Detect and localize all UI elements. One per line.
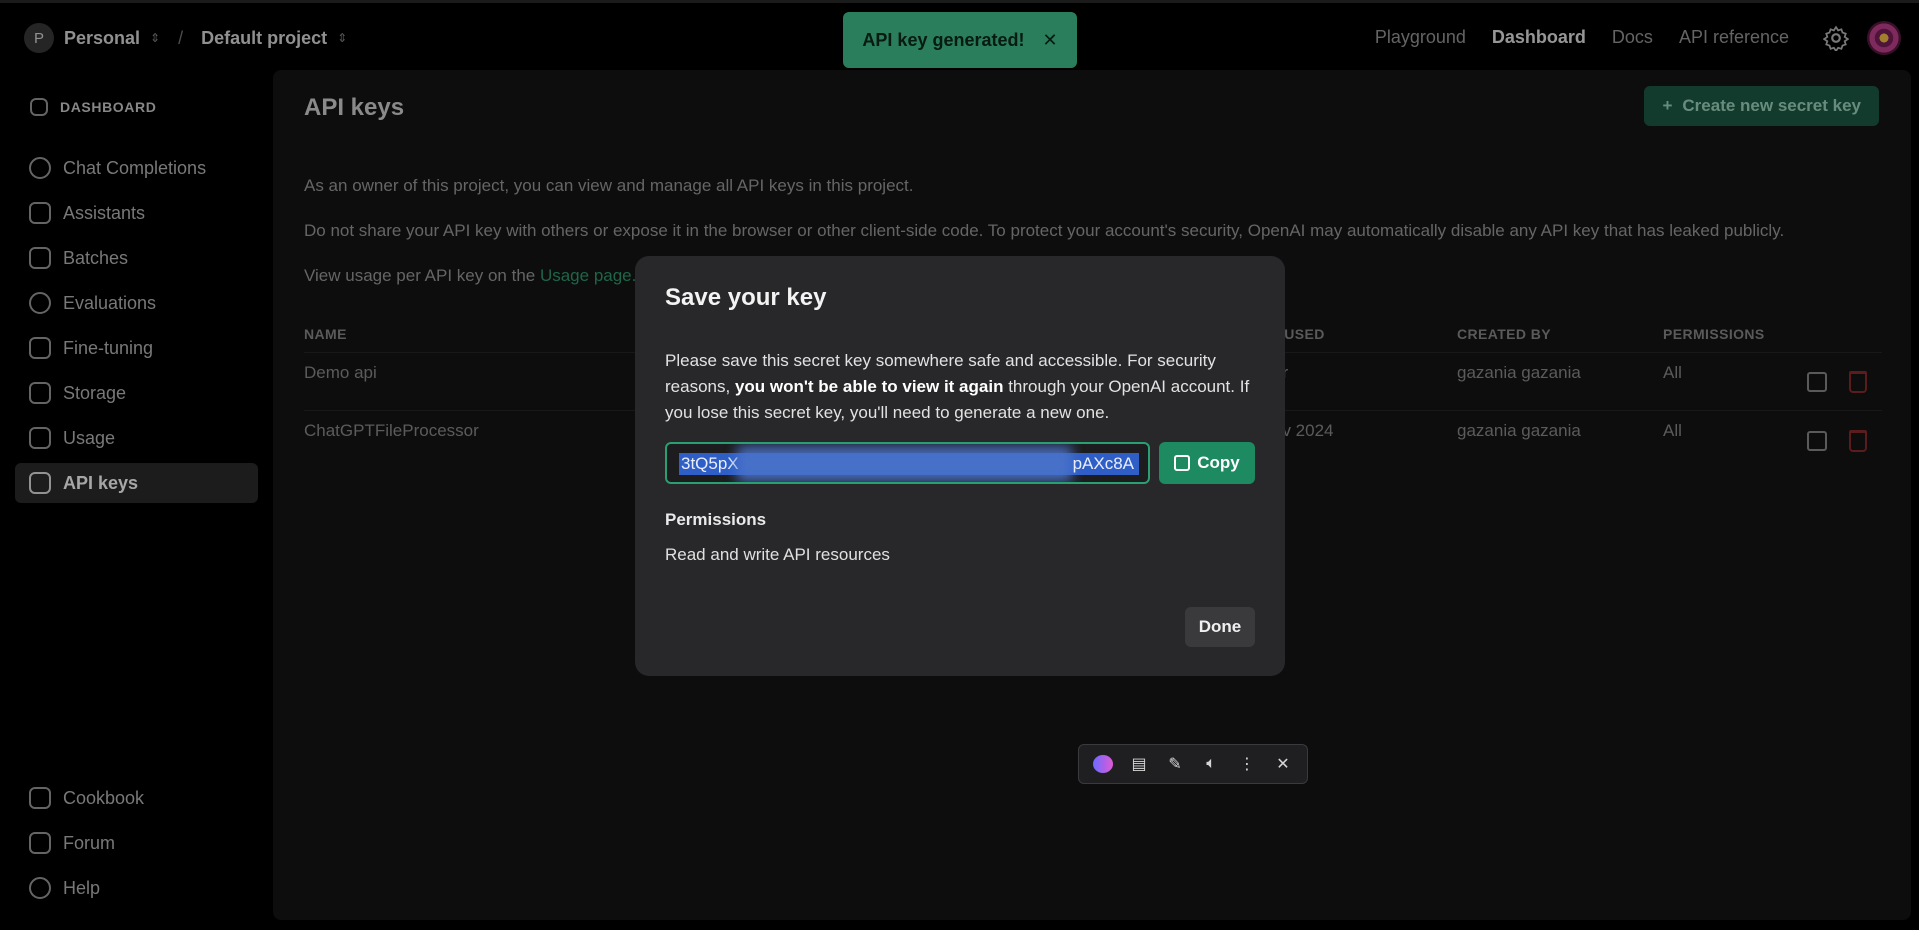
fine-tuning-icon bbox=[29, 337, 51, 359]
floating-toolbar: ▤ ✎ 🔈︎ ⋮ ✕ bbox=[1078, 744, 1308, 784]
dialog-text-emphasis: you won't be able to view it again bbox=[734, 377, 1004, 396]
column-header-created-by: CREATED BY bbox=[1457, 326, 1551, 342]
sidebar-item-api-keys[interactable]: API keys bbox=[15, 463, 258, 503]
storage-icon bbox=[29, 382, 51, 404]
project-switcher: P Personal ⇕ / Default project ⇕ bbox=[24, 23, 347, 53]
sidebar-item-cookbook[interactable]: Cookbook bbox=[15, 778, 258, 818]
sidebar-item-label: Usage bbox=[63, 427, 116, 448]
sidebar-item-chat-completions[interactable]: Chat Completions bbox=[15, 148, 258, 188]
trash-icon[interactable] bbox=[1849, 430, 1867, 452]
help-icon bbox=[29, 877, 51, 899]
sidebar-item-batches[interactable]: Batches bbox=[15, 238, 258, 278]
toast-message: API key generated! bbox=[862, 29, 1025, 50]
save-key-dialog: Save your key Please save this secret ke… bbox=[635, 256, 1285, 676]
security-warning-text: Do not share your API key with others or… bbox=[304, 221, 1785, 240]
nav-playground[interactable]: Playground bbox=[1375, 27, 1466, 48]
org-selector[interactable]: Personal bbox=[64, 28, 140, 49]
done-button[interactable]: Done bbox=[1185, 607, 1255, 647]
gear-icon[interactable] bbox=[1823, 25, 1849, 51]
close-icon[interactable]: ✕ bbox=[1042, 30, 1057, 51]
sidebar-item-label: Assistants bbox=[63, 202, 146, 223]
copy-button[interactable]: Copy bbox=[1159, 442, 1255, 484]
sidebar-item-label: API keys bbox=[63, 472, 139, 493]
lock-icon bbox=[29, 472, 51, 494]
usage-page-link[interactable]: Usage page. bbox=[540, 266, 636, 285]
sidebar-item-label: Chat Completions bbox=[63, 157, 207, 178]
sidebar-item-storage[interactable]: Storage bbox=[15, 373, 258, 413]
sidebar-item-assistants[interactable]: Assistants bbox=[15, 193, 258, 233]
more-icon[interactable]: ⋮ bbox=[1234, 751, 1260, 777]
nav-docs[interactable]: Docs bbox=[1612, 27, 1653, 48]
key-permissions: All bbox=[1663, 363, 1682, 382]
chevron-updown-icon[interactable]: ⇕ bbox=[150, 31, 160, 45]
page-title: API keys bbox=[304, 94, 405, 121]
plus-icon: + bbox=[1662, 96, 1673, 115]
copy-button-label: Copy bbox=[1197, 453, 1240, 472]
project-selector[interactable]: Default project bbox=[201, 28, 327, 49]
usage-info-prefix: View usage per API key on the bbox=[304, 266, 540, 285]
create-secret-key-button[interactable]: + Create new secret key bbox=[1644, 86, 1879, 126]
redaction-blur bbox=[737, 446, 1072, 482]
sidebar-toggle-icon[interactable] bbox=[30, 98, 48, 116]
sidebar-item-label: Evaluations bbox=[63, 292, 157, 313]
usage-info-text: View usage per API key on the Usage page… bbox=[304, 266, 636, 286]
sidebar-item-label: Batches bbox=[63, 247, 129, 268]
toast-notification: API key generated! ✕ bbox=[843, 12, 1077, 68]
sidebar-item-fine-tuning[interactable]: Fine-tuning bbox=[15, 328, 258, 368]
sidebar-item-label: Cookbook bbox=[63, 787, 145, 808]
top-nav: Playground Dashboard Docs API reference bbox=[1375, 27, 1789, 48]
nav-api-reference[interactable]: API reference bbox=[1679, 27, 1789, 48]
chevron-updown-icon[interactable]: ⇕ bbox=[337, 31, 347, 45]
sidebar-item-help[interactable]: Help bbox=[15, 868, 258, 908]
chat-icon bbox=[29, 157, 51, 179]
sidebar-item-label: Help bbox=[63, 877, 101, 898]
key-created-by: gazania gazania bbox=[1457, 363, 1581, 382]
code-icon bbox=[29, 787, 51, 809]
user-avatar[interactable] bbox=[1867, 21, 1901, 55]
sidebar-item-evaluations[interactable]: Evaluations bbox=[15, 283, 258, 323]
speaker-icon[interactable]: 🔈︎ bbox=[1198, 751, 1224, 777]
key-created-by: gazania gazania bbox=[1457, 421, 1581, 440]
summarize-icon[interactable]: ▤ bbox=[1126, 751, 1152, 777]
copy-icon bbox=[1174, 455, 1191, 471]
create-button-label: Create new secret key bbox=[1682, 96, 1861, 115]
key-name: Demo api bbox=[304, 363, 377, 382]
sidebar-item-label: Storage bbox=[63, 382, 127, 403]
key-name: ChatGPTFileProcessor bbox=[304, 421, 479, 440]
edit-icon[interactable] bbox=[1807, 372, 1827, 392]
secret-key-start: 3tQ5pX bbox=[681, 454, 739, 473]
sidebar-item-label: Fine-tuning bbox=[63, 337, 154, 358]
pencil-icon[interactable]: ✎ bbox=[1162, 751, 1188, 777]
sidebar-item-forum[interactable]: Forum bbox=[15, 823, 258, 863]
trash-icon[interactable] bbox=[1849, 371, 1867, 393]
edit-icon[interactable] bbox=[1807, 431, 1827, 451]
sidebar-item-usage[interactable]: Usage bbox=[15, 418, 258, 458]
sidebar-heading[interactable]: DASHBOARD bbox=[30, 98, 156, 116]
nav-dashboard[interactable]: Dashboard bbox=[1492, 27, 1586, 48]
usage-icon bbox=[29, 427, 51, 449]
close-icon[interactable]: ✕ bbox=[1270, 751, 1296, 777]
sidebar-heading-label: DASHBOARD bbox=[60, 99, 157, 115]
batches-icon bbox=[29, 247, 51, 269]
owner-info-text: As an owner of this project, you can vie… bbox=[304, 176, 914, 195]
people-icon bbox=[29, 832, 51, 854]
sidebar-item-label: Forum bbox=[63, 832, 116, 853]
column-header-name: NAME bbox=[304, 326, 347, 342]
breadcrumb-separator: / bbox=[178, 27, 184, 48]
dialog-message: Please save this secret key somewhere sa… bbox=[665, 348, 1255, 426]
permissions-value: Read and write API resources bbox=[665, 545, 890, 564]
dialog-title: Save your key bbox=[665, 284, 827, 311]
assistant-icon bbox=[29, 202, 51, 224]
secret-key-field[interactable]: 3tQ5pX pAXc8A bbox=[665, 442, 1150, 484]
secret-key-end: pAXc8A bbox=[1072, 454, 1134, 473]
column-header-permissions: PERMISSIONS bbox=[1663, 326, 1765, 342]
org-avatar[interactable]: P bbox=[24, 23, 54, 53]
ai-brain-icon[interactable] bbox=[1090, 751, 1116, 777]
sidebar: DASHBOARD Chat Completions Assistants Ba… bbox=[0, 72, 272, 930]
key-permissions: All bbox=[1663, 421, 1682, 440]
permissions-label: Permissions bbox=[665, 510, 767, 529]
evaluations-icon bbox=[29, 292, 51, 314]
